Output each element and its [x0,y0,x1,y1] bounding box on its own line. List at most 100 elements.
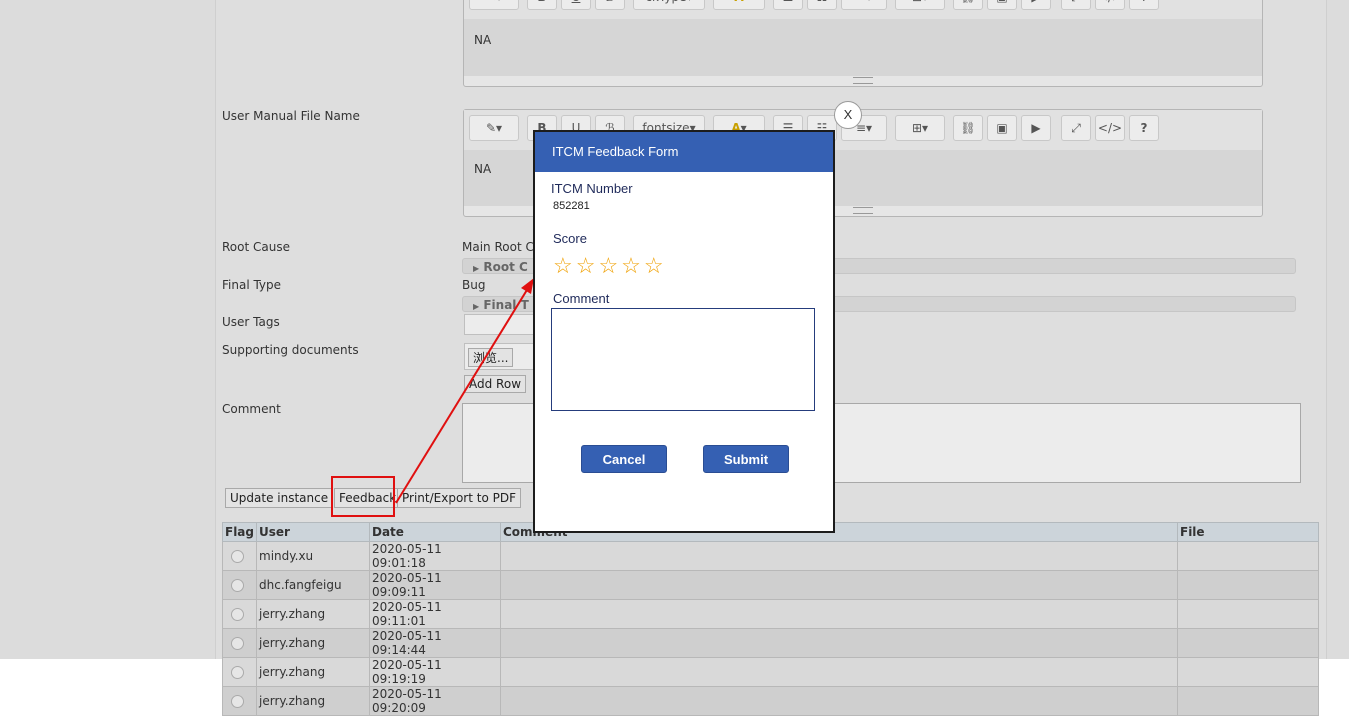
row-date: 2020-05-11 09:11:01 [369,599,501,629]
row-comment [500,599,1178,629]
final-type-section-title: Final T [483,298,529,312]
comment-label: Comment [222,402,281,416]
flag-radio[interactable] [231,666,244,679]
align-dropdown[interactable]: ≡▾ [841,0,887,10]
row-date: 2020-05-11 09:20:09 [369,686,501,716]
help-icon[interactable]: ? [1129,0,1159,10]
table-row: dhc.fangfeigu 2020-05-11 09:09:11 [222,570,1319,600]
feedback-highlight-box [331,476,395,517]
link-icon[interactable]: ⛓ [953,0,983,10]
row-date: 2020-05-11 09:14:44 [369,628,501,658]
row-file [1177,628,1319,658]
table-button[interactable]: ⊞▾ [895,0,945,10]
resize-grip[interactable] [853,207,873,214]
list-button[interactable]: ☰ [773,0,803,10]
modal-close-button[interactable]: X [834,101,862,129]
fullscreen-icon[interactable]: ⤢ [1061,115,1091,141]
bold-button[interactable]: B [527,0,557,10]
modal-title: ITCM Feedback Form [535,132,833,172]
fullscreen-icon[interactable]: ⤢ [1061,0,1091,10]
user-manual-editor-text: NA [474,162,492,176]
caret-right-icon: ▶ [473,264,480,273]
final-type-label: Final Type [222,278,282,292]
table-row: jerry.zhang 2020-05-11 09:11:01 [222,599,1319,629]
column-header-user[interactable]: User [256,522,370,542]
row-file [1177,541,1319,571]
row-comment [500,570,1178,600]
flag-radio[interactable] [231,608,244,621]
flag-radio[interactable] [231,579,244,592]
feedback-modal: ITCM Feedback Form ITCM Number 852281 Sc… [533,130,835,533]
magic-wand-icon[interactable]: ✎▾ [469,115,519,141]
row-comment [500,541,1178,571]
score-label: Score [553,231,587,246]
help-icon[interactable]: ? [1129,115,1159,141]
column-header-date[interactable]: Date [369,522,501,542]
flag-radio[interactable] [231,695,244,708]
row-user: jerry.zhang [256,628,370,658]
link-icon[interactable]: ⛓ [953,115,983,141]
eraser-button[interactable]: ℬ [595,0,625,10]
ordered-list-button[interactable]: ☷ [807,0,837,10]
row-comment [500,657,1178,687]
row-comment [500,628,1178,658]
table-row: jerry.zhang 2020-05-11 09:14:44 [222,628,1319,658]
underline-button[interactable]: U [561,0,591,10]
itcm-number-value: 852281 [553,200,590,212]
star-rating[interactable]: ☆☆☆☆☆ [553,253,667,279]
editor-toolbar: ✎▾ B U ℬ ckType ▾ A ☰ ☷ ≡▾ ⊞▾ ⛓ ▣ ▶ ⤢ </… [464,0,1262,19]
comment-textarea[interactable] [551,308,815,411]
update-instance-button[interactable]: Update instance [225,488,334,508]
code-view-icon[interactable]: </> [1095,0,1125,10]
top-editor-text: NA [474,33,492,47]
row-comment [500,686,1178,716]
row-date: 2020-05-11 09:01:18 [369,541,501,571]
print-export-button[interactable]: Print/Export to PDF [397,488,521,508]
flag-radio[interactable] [231,637,244,650]
fontsize-label: ckType [645,0,686,4]
main-root-cause-label: Main Root Ca [462,240,542,254]
row-user: jerry.zhang [256,686,370,716]
top-rich-text-editor[interactable]: ✎▾ B U ℬ ckType ▾ A ☰ ☷ ≡▾ ⊞▾ ⛓ ▣ ▶ ⤢ </… [463,0,1263,87]
top-editor-content[interactable]: NA [464,19,1262,76]
table-row: jerry.zhang 2020-05-11 09:19:19 [222,657,1319,687]
supporting-docs-label: Supporting documents [222,343,359,357]
image-icon[interactable]: ▣ [987,0,1017,10]
table-button[interactable]: ⊞▾ [895,115,945,141]
flag-radio[interactable] [231,550,244,563]
column-header-file[interactable]: File [1177,522,1319,542]
cancel-button[interactable]: Cancel [581,445,667,473]
video-icon[interactable]: ▶ [1021,0,1051,10]
itcm-number-label: ITCM Number [551,181,633,196]
add-row-button[interactable]: Add Row [464,375,527,393]
browse-button[interactable]: 浏览... [468,348,514,367]
caret-right-icon: ▶ [473,302,480,311]
row-date: 2020-05-11 09:09:11 [369,570,501,600]
root-cause-section-title: Root C [483,260,528,274]
root-cause-label: Root Cause [222,240,290,254]
video-icon[interactable]: ▶ [1021,115,1051,141]
image-icon[interactable]: ▣ [987,115,1017,141]
submit-button[interactable]: Submit [703,445,789,473]
magic-wand-icon[interactable]: ✎▾ [469,0,519,10]
column-header-flag[interactable]: Flag [222,522,257,542]
row-user: jerry.zhang [256,657,370,687]
row-file [1177,686,1319,716]
user-tags-input[interactable] [464,314,544,335]
row-file [1177,599,1319,629]
user-tags-label: User Tags [222,315,280,329]
row-user: jerry.zhang [256,599,370,629]
resize-grip[interactable] [853,77,873,84]
row-file [1177,657,1319,687]
row-date: 2020-05-11 09:19:19 [369,657,501,687]
history-table: Flag User Date Comment File mindy.xu 202… [222,522,1319,716]
code-view-icon[interactable]: </> [1095,115,1125,141]
table-row: mindy.xu 2020-05-11 09:01:18 [222,541,1319,571]
table-row: jerry.zhang 2020-05-11 09:20:09 [222,686,1319,716]
row-user: dhc.fangfeigu [256,570,370,600]
row-user: mindy.xu [256,541,370,571]
user-manual-label: User Manual File Name [222,109,360,123]
font-color-button[interactable]: A [713,0,765,10]
row-file [1177,570,1319,600]
fontsize-dropdown[interactable]: ckType ▾ [633,0,705,10]
